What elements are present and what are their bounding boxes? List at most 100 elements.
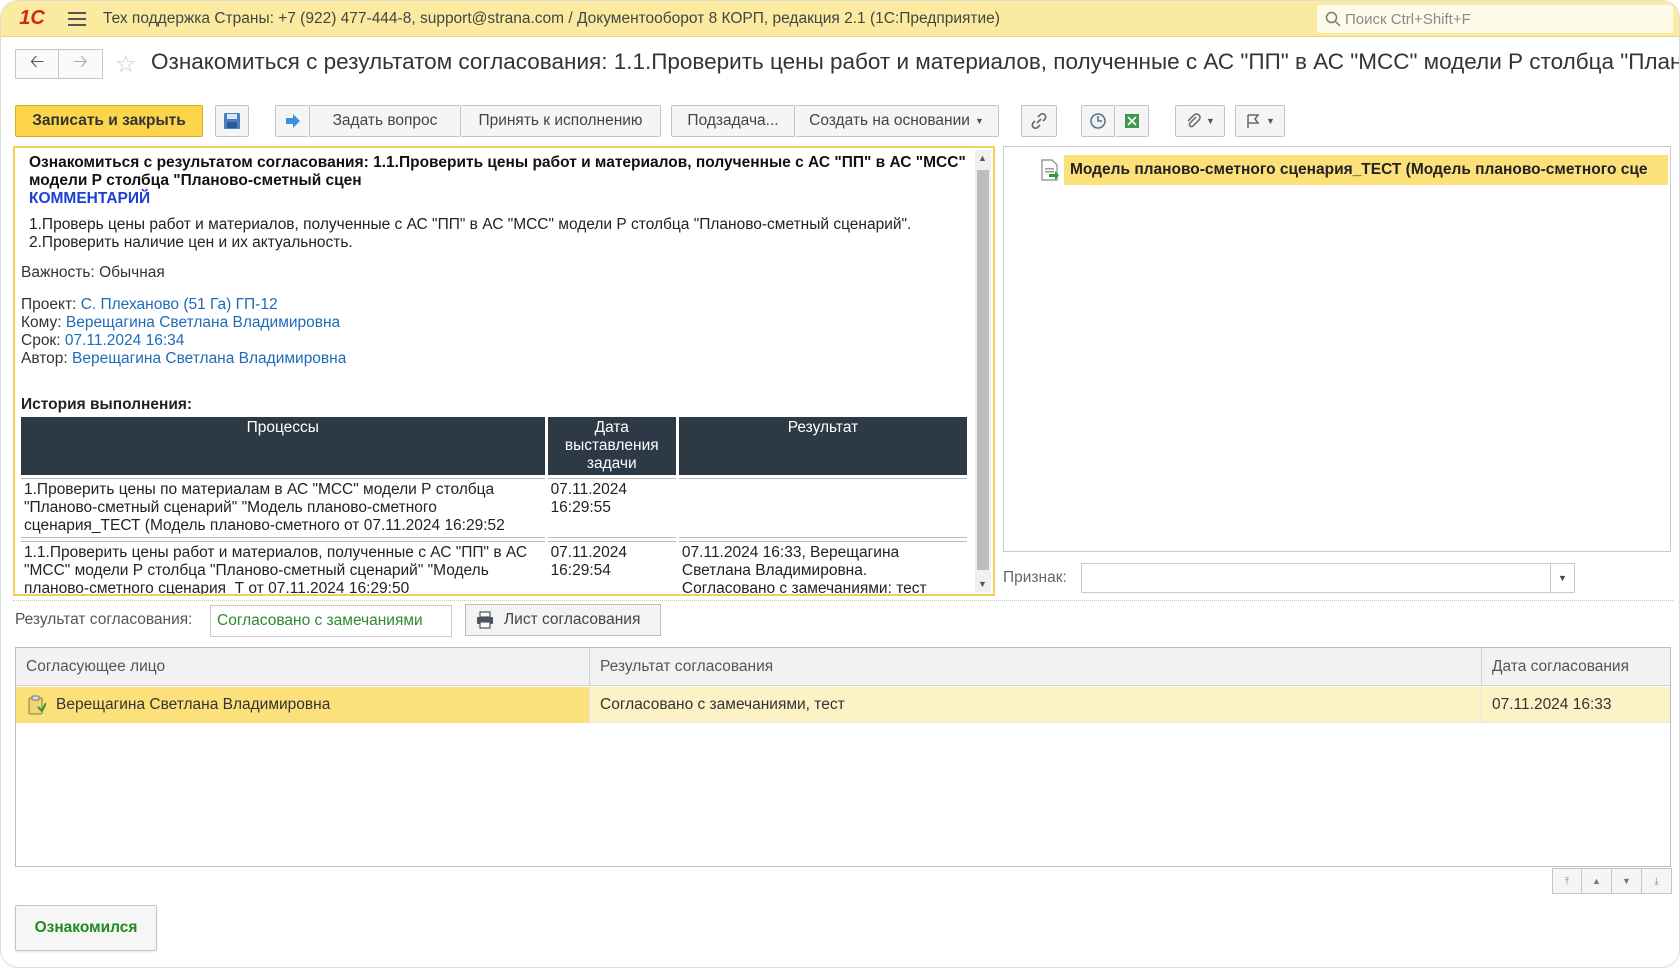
flag-icon [1247,114,1260,128]
importance-row: Важность: Обычная [21,264,971,282]
global-search-input[interactable]: Поиск Ctrl+Shift+F [1317,5,1673,33]
arrow-left-icon: 🡠 [29,51,45,71]
app-logo: 1С [19,7,45,29]
spreadsheet-icon [1124,114,1139,128]
task-description-content: Ознакомиться с результатом согласования:… [21,154,971,594]
back-button[interactable]: 🡠 [15,49,59,79]
save-and-close-button[interactable]: Записать и закрыть [15,105,203,137]
importance-label: Важность: [21,264,95,281]
scroll-last-icon[interactable]: ⤓ [1642,868,1672,894]
chevron-down-icon: ▼ [1206,116,1215,126]
deadline-row: Срок: 07.11.2024 16:34 [21,332,971,350]
approval-result-label: Результат согласования: [15,611,193,628]
export-excel-button[interactable] [1115,105,1149,137]
floppy-disk-icon [224,113,240,129]
comment-heading: КОММЕНТАРИЙ [29,190,151,207]
arrow-right-icon: 🡢 [73,51,88,71]
approvers-table-header: Согласующее лицо Результат согласования … [16,648,1670,686]
project-label: Проект: [21,296,77,313]
page-title: Ознакомиться с результатом согласования:… [151,49,1680,74]
table-row[interactable]: Верещагина Светлана Владимировна Согласо… [16,687,1670,723]
clock-icon [1090,113,1106,129]
table-navigation-buttons: ⤒ ▲ ▼ ⤓ [1552,868,1672,894]
comment-text: 1.Проверь цены работ и материалов, получ… [29,216,971,252]
importance-value: Обычная [99,264,165,281]
document-icon [1041,159,1059,181]
approval-date-cell: 07.11.2024 16:33 [1492,696,1612,713]
flag-button[interactable]: ▼ [1235,105,1285,137]
description-scrollbar[interactable]: ▲ ▼ [975,150,991,592]
file-item[interactable]: Модель планово-сметного сценария_ТЕСТ (М… [1064,155,1668,185]
history-row: 1.1.Проверить цены работ и материалов, п… [21,541,967,594]
approvers-table[interactable]: Согласующее лицо Результат согласования … [15,647,1671,867]
recipient-link[interactable]: Верещагина Светлана Владимировна [66,314,340,331]
history-process-cell: 1.1.Проверить цены работ и материалов, п… [21,541,545,594]
scrollbar-thumb[interactable] [977,170,989,570]
create-based-on-button[interactable]: Создать на основании ▼ [795,105,999,137]
col-approval-date[interactable]: Дата согласования [1482,648,1670,686]
task-description-title: Ознакомиться с результатом согласования:… [29,154,966,189]
comment-line: 2.Проверить наличие цен и их актуальност… [29,234,353,251]
deadline-label: Срок: [21,332,61,349]
author-link[interactable]: Верещагина Светлана Владимировна [72,350,346,367]
col-approval-result[interactable]: Результат согласования [590,648,1482,686]
menu-icon[interactable] [57,1,97,37]
printer-icon [477,611,493,629]
scroll-up-icon[interactable]: ▲ [978,153,987,163]
title-bar: 1С Тех поддержка Страны: +7 (922) 477-44… [1,1,1679,37]
deadline-link[interactable]: 07.11.2024 16:34 [65,332,185,349]
approval-sheet-label: Лист согласования [504,611,641,628]
save-button[interactable] [215,105,249,137]
author-row: Автор: Верещагина Светлана Владимировна [21,350,971,368]
history-col-date: Дата выставления задачи [547,417,676,475]
history-result-cell: 07.11.2024 16:33, Верещагина Светлана Вл… [678,541,967,594]
approver-name: Верещагина Светлана Владимировна [56,696,331,713]
history-process-cell: 1.Проверить цены по материалам в АС "МСС… [21,478,545,538]
window: 1С Тех поддержка Страны: +7 (922) 477-44… [0,0,1680,968]
scroll-first-icon[interactable]: ⤒ [1552,868,1582,894]
recipient-label: Кому: [21,314,62,331]
chevron-down-icon: ▼ [1266,116,1275,126]
chevron-down-icon: ▼ [974,116,984,126]
author-label: Автор: [21,350,68,367]
search-placeholder: Поиск Ctrl+Shift+F [1345,10,1471,28]
forward-task-button[interactable] [275,105,309,137]
recipient-row: Кому: Верещагина Светлана Владимировна [21,314,971,332]
attached-files-panel[interactable]: Модель планово-сметного сценария_ТЕСТ (М… [1003,146,1671,552]
history-heading: История выполнения: [21,396,193,413]
approval-result-field[interactable]: Согласовано с замечаниями [210,605,452,637]
scroll-up-icon[interactable]: ▲ [1582,868,1612,894]
sign-select[interactable]: ▼ [1081,563,1575,593]
attachments-button[interactable]: ▼ [1175,105,1225,137]
ask-question-button[interactable]: Задать вопрос [309,105,461,137]
task-description-panel[interactable]: Ознакомиться с результатом согласования:… [13,146,995,596]
col-approver[interactable]: Согласующее лицо [16,648,590,686]
window-title: Тех поддержка Страны: +7 (922) 477-444-8… [103,9,1000,27]
history-table: Процессы Дата выставления задачи Результ… [21,414,970,594]
subtask-button[interactable]: Подзадача... [671,105,795,137]
favorite-star-icon[interactable]: ☆ [115,50,137,79]
navigation-buttons: 🡠 🡢 [15,49,103,79]
acknowledge-button[interactable]: Ознакомился [15,905,157,951]
copy-link-button[interactable] [1021,105,1057,137]
scroll-down-icon[interactable]: ▼ [1612,868,1642,894]
history-date-cell: 07.11.2024 16:29:54 [547,541,676,594]
comment-line: 1.Проверь цены работ и материалов, получ… [29,216,912,233]
link-icon [1031,113,1047,129]
approval-result-cell: Согласовано с замечаниями, тест [590,687,1482,723]
arrow-right-blue-icon [285,114,300,128]
sign-label: Признак: [1003,569,1067,586]
history-row: 1.Проверить цены по материалам в АС "МСС… [21,478,967,538]
history-button[interactable] [1081,105,1115,137]
history-date-cell: 07.11.2024 16:29:55 [547,478,676,538]
approval-sheet-button[interactable]: Лист согласования [465,604,661,636]
scroll-down-icon[interactable]: ▼ [978,579,987,589]
chevron-down-icon[interactable]: ▼ [1550,564,1574,592]
accept-execution-button[interactable]: Принять к исполнению [461,105,661,137]
divider [13,600,1673,601]
search-icon [1325,11,1341,27]
forward-button[interactable]: 🡢 [59,49,103,79]
project-link[interactable]: С. Плеханово (51 Га) ГП-12 [81,296,278,313]
history-col-result: Результат [678,417,967,475]
project-row: Проект: С. Плеханово (51 Га) ГП-12 [21,296,971,314]
